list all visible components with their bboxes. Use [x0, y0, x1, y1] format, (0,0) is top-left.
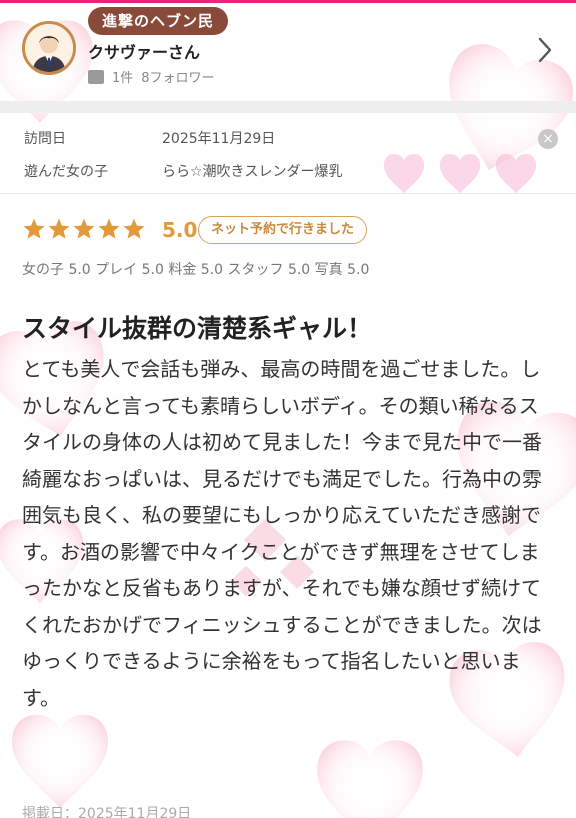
category-scores: 女の子 5.0 プレイ 5.0 料金 5.0 スタッフ 5.0 写真 5.0 — [22, 262, 370, 278]
review-title: スタイル抜群の清楚系ギャル！ — [22, 314, 373, 343]
overall-score: 5.0 — [162, 218, 198, 242]
stats-icon — [88, 69, 104, 84]
follower-count: 8フォロワー — [141, 71, 215, 86]
divider — [0, 193, 576, 194]
section-separator — [0, 101, 576, 113]
visit-date-value: 2025年11月29日 — [162, 131, 276, 147]
girl-name-link[interactable]: らら☆潮吹きスレンダー爆乳 — [162, 161, 343, 181]
star-icon — [48, 218, 70, 239]
chevron-right-icon[interactable] — [534, 33, 556, 67]
visit-date-label: 訪問日 — [24, 131, 66, 147]
star-icon — [23, 218, 45, 239]
net-reservation-badge: ネット予約で行きました — [198, 216, 368, 244]
star-icon — [123, 218, 145, 239]
star-icon — [73, 218, 95, 239]
girl-label: 遊んだ女の子 — [24, 164, 108, 180]
star-rating — [22, 217, 146, 241]
reviewer-stats: 1件 8フォロワー — [88, 67, 215, 86]
star-icon — [98, 218, 120, 239]
posted-date: 掲載日：2025年11月29日 — [22, 806, 192, 818]
close-icon[interactable]: × — [538, 129, 558, 149]
rank-badge: 進撃のヘブン民 — [88, 7, 229, 35]
post-count: 1件 — [112, 71, 134, 86]
review-body: とても美人で会話も弾み、最高の時間を過ごせました。しかしなんと言っても素晴らしい… — [22, 357, 542, 710]
avatar-icon[interactable] — [22, 21, 76, 75]
reviewer-name[interactable]: クサヴァーさん — [88, 39, 200, 63]
reviewer-header[interactable]: 進撃のヘブン民 クサヴァーさん 1件 8フォロワー — [0, 3, 576, 101]
